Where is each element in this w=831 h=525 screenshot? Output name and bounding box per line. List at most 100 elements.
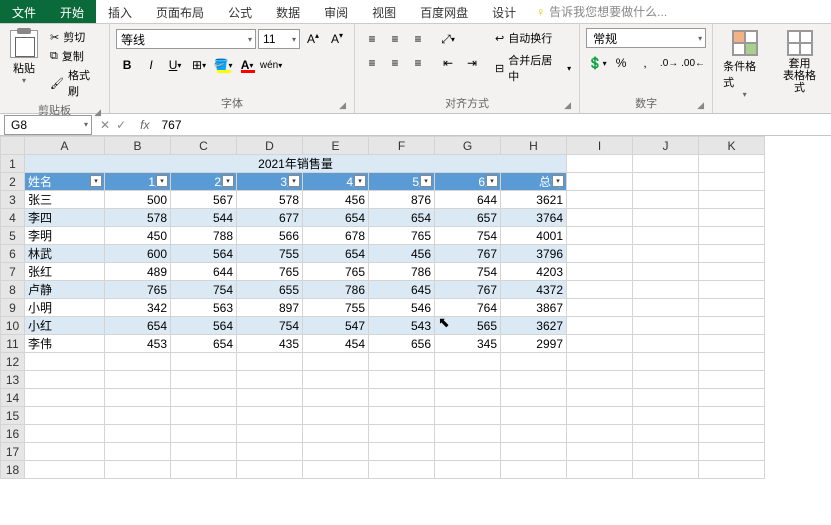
decrease-decimal-button[interactable]: .00← [682,52,704,74]
formula-bar[interactable]: 767 [155,116,831,134]
data-cell[interactable]: 563 [171,299,237,317]
empty-cell[interactable] [435,443,501,461]
empty-cell[interactable] [501,425,567,443]
data-cell[interactable]: 546 [369,299,435,317]
table-header-cell[interactable]: 姓名▾ [25,173,105,191]
table-header-cell[interactable]: 1月▾ [105,173,171,191]
increase-font-button[interactable]: A▴ [302,28,324,50]
data-cell[interactable]: 3867 [501,299,567,317]
menu-item[interactable]: 设计 [480,0,528,23]
data-cell[interactable]: 755 [303,299,369,317]
data-cell[interactable]: 786 [369,263,435,281]
decrease-font-button[interactable]: A▾ [326,28,348,50]
data-cell[interactable]: 3796 [501,245,567,263]
empty-cell[interactable] [699,461,765,479]
row-header[interactable]: 4 [1,209,25,227]
empty-cell[interactable] [105,353,171,371]
row-header[interactable]: 3 [1,191,25,209]
empty-cell[interactable] [303,407,369,425]
empty-cell[interactable] [105,389,171,407]
row-header[interactable]: 13 [1,371,25,389]
data-cell[interactable]: 567 [171,191,237,209]
table-format-button[interactable]: 套用 表格格式 [774,28,825,111]
column-header[interactable]: J [633,137,699,155]
paste-button[interactable]: 粘贴 ▾ [6,28,42,100]
data-cell[interactable]: 小明 [25,299,105,317]
empty-cell[interactable] [171,353,237,371]
column-header[interactable]: E [303,137,369,155]
data-cell[interactable]: 李明 [25,227,105,245]
empty-cell[interactable] [171,371,237,389]
empty-cell[interactable] [567,371,633,389]
cut-button[interactable]: ✂剪切 [46,28,103,46]
data-cell[interactable]: 435 [237,335,303,353]
empty-cell[interactable] [25,407,105,425]
data-cell[interactable]: 754 [171,281,237,299]
data-cell[interactable]: 644 [435,191,501,209]
data-cell[interactable]: 657 [435,209,501,227]
data-cell[interactable]: 3627 [501,317,567,335]
empty-cell[interactable] [171,443,237,461]
filter-button[interactable]: ▾ [156,175,168,187]
data-cell[interactable]: 547 [303,317,369,335]
empty-cell[interactable] [303,371,369,389]
column-header[interactable]: D [237,137,303,155]
table-header-cell[interactable]: 总计▾ [501,173,567,191]
empty-cell[interactable] [303,425,369,443]
empty-cell[interactable] [699,353,765,371]
empty-cell[interactable] [25,371,105,389]
empty-cell[interactable] [501,407,567,425]
data-cell[interactable]: 645 [369,281,435,299]
empty-cell[interactable] [171,389,237,407]
align-right-button[interactable]: ≡ [407,52,429,74]
cancel-formula-icon[interactable]: ✕ [100,118,110,132]
empty-cell[interactable] [633,353,699,371]
data-cell[interactable]: 754 [237,317,303,335]
empty-cell[interactable] [435,389,501,407]
row-header[interactable]: 18 [1,461,25,479]
empty-cell[interactable] [435,461,501,479]
tell-me[interactable]: ♀ 告诉我您想要做什么... [528,0,675,23]
empty-cell[interactable] [171,461,237,479]
dialog-launcher-icon[interactable]: ◢ [339,100,346,111]
phonetic-button[interactable]: wén▾ [260,54,282,76]
font-name-select[interactable]: 等线▾ [116,29,256,49]
row-header[interactable]: 11 [1,335,25,353]
align-bottom-button[interactable]: ≡ [407,28,429,50]
data-cell[interactable]: 544 [171,209,237,227]
data-cell[interactable]: 655 [237,281,303,299]
filter-button[interactable]: ▾ [420,175,432,187]
empty-cell[interactable] [237,371,303,389]
row-header[interactable]: 10 [1,317,25,335]
data-cell[interactable]: 张三 [25,191,105,209]
menu-item[interactable]: 视图 [360,0,408,23]
empty-cell[interactable] [501,371,567,389]
enter-formula-icon[interactable]: ✓ [116,118,126,132]
data-cell[interactable]: 456 [369,245,435,263]
filter-button[interactable]: ▾ [552,175,564,187]
data-cell[interactable]: 小红 [25,317,105,335]
empty-cell[interactable] [105,371,171,389]
menu-item[interactable]: 审阅 [312,0,360,23]
empty-cell[interactable] [369,407,435,425]
empty-cell[interactable] [435,407,501,425]
data-cell[interactable]: 600 [105,245,171,263]
column-header[interactable]: F [369,137,435,155]
empty-cell[interactable] [699,389,765,407]
menu-item[interactable]: 开始 [48,0,96,23]
menu-item[interactable]: 插入 [96,0,144,23]
empty-cell[interactable] [567,461,633,479]
align-middle-button[interactable]: ≡ [384,28,406,50]
empty-cell[interactable] [633,461,699,479]
dialog-launcher-icon[interactable]: ◢ [94,107,101,118]
comma-button[interactable]: , [634,52,656,74]
data-cell[interactable]: 林武 [25,245,105,263]
select-all-corner[interactable] [1,137,25,155]
data-cell[interactable]: 4203 [501,263,567,281]
row-header[interactable]: 16 [1,425,25,443]
data-cell[interactable]: 654 [369,209,435,227]
filter-button[interactable]: ▾ [222,175,234,187]
empty-cell[interactable] [699,425,765,443]
data-cell[interactable]: 656 [369,335,435,353]
empty-cell[interactable] [303,353,369,371]
